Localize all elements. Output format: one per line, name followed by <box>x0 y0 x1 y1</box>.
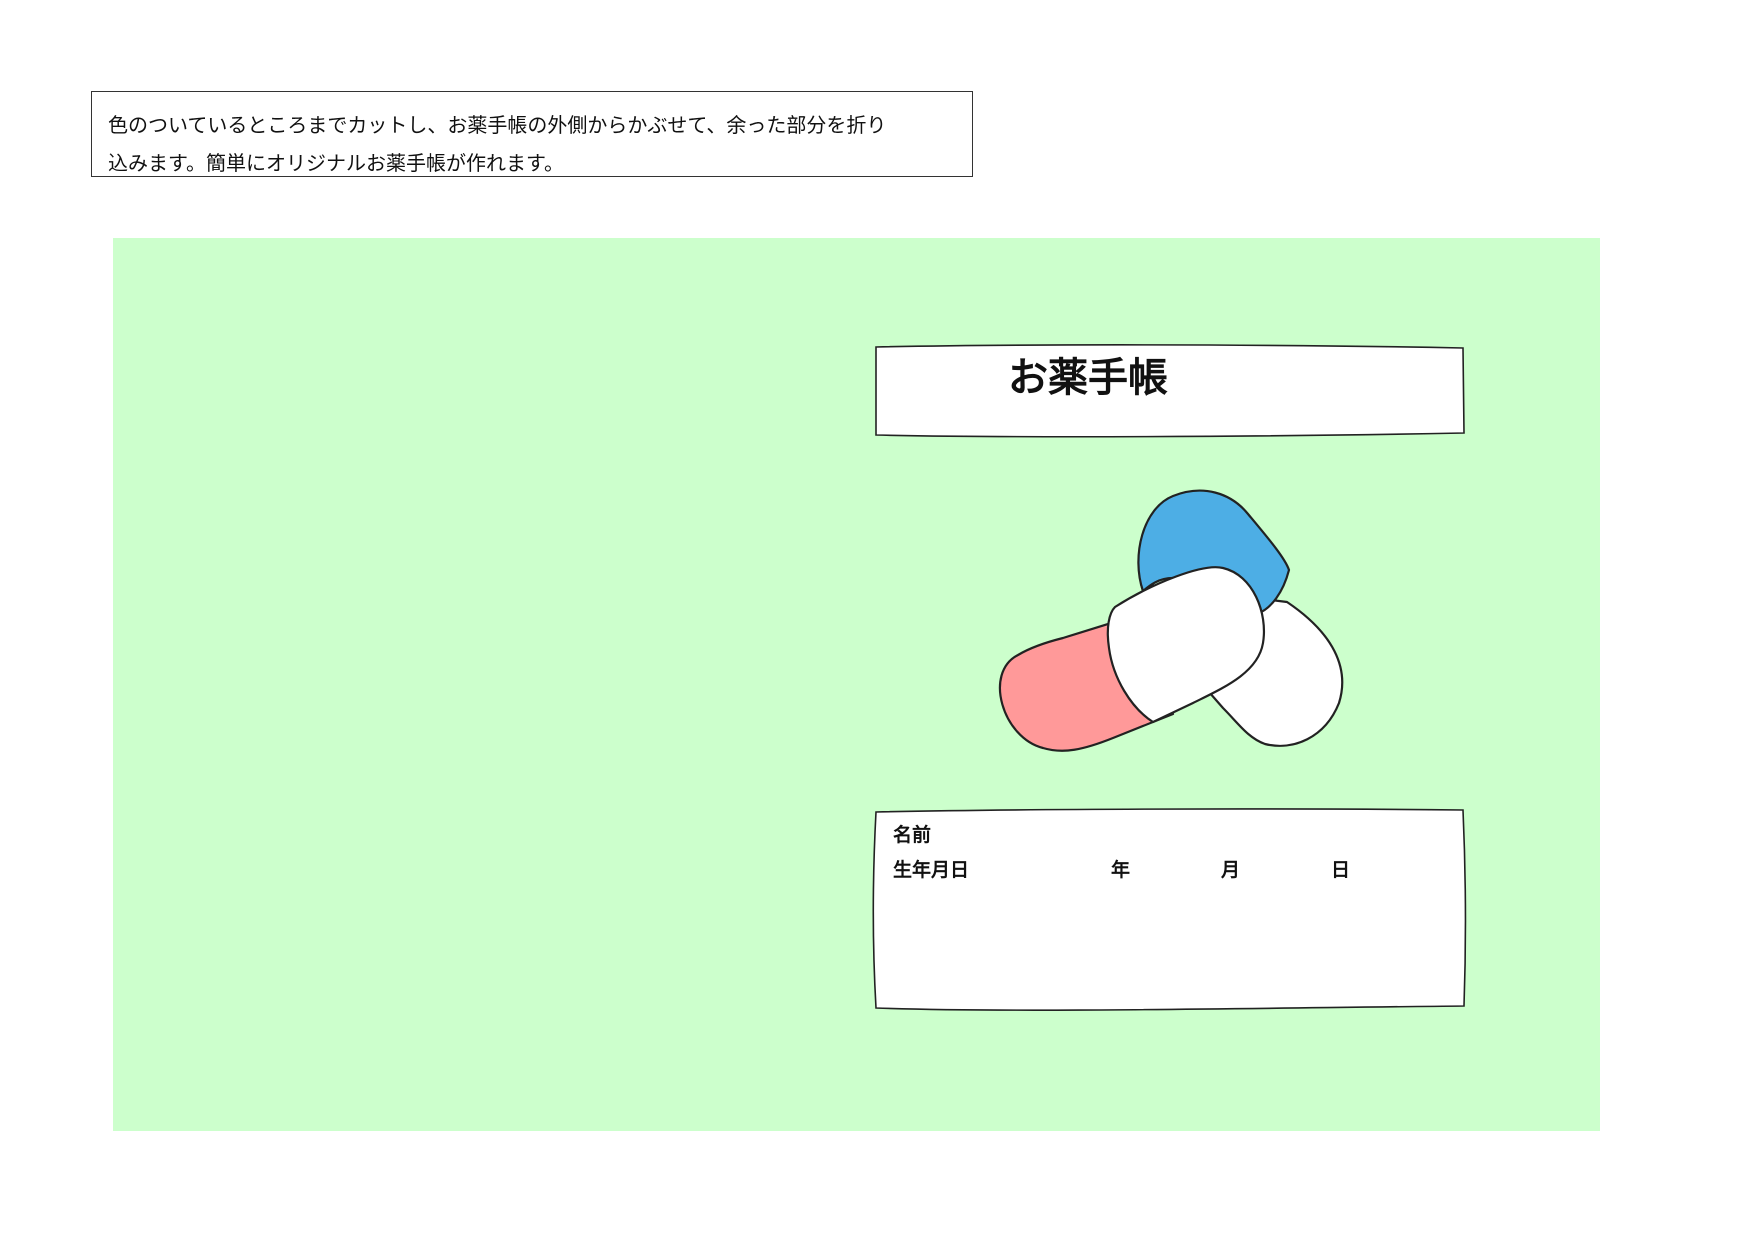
day-label: 日 <box>1331 859 1351 881</box>
birthdate-label: 生年月日 <box>893 859 970 881</box>
year-label: 年 <box>1111 859 1131 881</box>
name-label: 名前 <box>893 824 932 846</box>
capsule-pills-icon <box>998 489 1344 752</box>
info-panel <box>872 808 1467 1011</box>
cover-artwork <box>872 344 1467 1011</box>
instruction-line-1: 色のついているところまでカットし、お薬手帳の外側からかぶせて、余った部分を折り <box>108 113 887 137</box>
cover-title: お薬手帳 <box>1008 355 1168 401</box>
notebook-cover: お薬手帳 名前 生年月日 年 月 日 <box>113 238 1600 1131</box>
instruction-line-2: 込みます。簡単にオリジナルお薬手帳が作れます。 <box>108 151 564 175</box>
month-label: 月 <box>1221 859 1241 881</box>
instruction-box: 色のついているところまでカットし、お薬手帳の外側からかぶせて、余った部分を折り … <box>91 91 973 177</box>
